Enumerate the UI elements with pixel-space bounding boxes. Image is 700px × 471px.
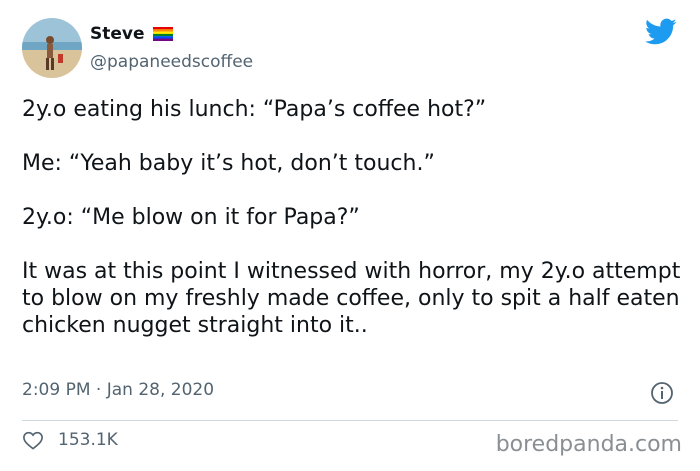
like-count: 153.1K (58, 430, 118, 450)
watermark: boredpanda.com (495, 432, 682, 457)
tweet-paragraph: 2y.o eating his lunch: “Papa’s coffee ho… (22, 97, 487, 122)
avatar[interactable] (22, 18, 82, 78)
author-handle[interactable]: @papaneedscoffee (90, 52, 253, 72)
author-row: Steve (90, 24, 173, 44)
avatar-photo (22, 18, 82, 78)
tweet-paragraph: It was at this point I witnessed with ho… (22, 259, 681, 338)
info-icon[interactable] (650, 381, 674, 405)
tweet-paragraph: Me: “Yeah baby it’s hot, don’t touch.” (22, 151, 435, 176)
rainbow-flag-icon (152, 27, 173, 41)
heart-icon[interactable] (22, 430, 44, 450)
display-name[interactable]: Steve (90, 24, 145, 44)
divider (22, 420, 678, 421)
tweet-timestamp[interactable]: 2:09 PM · Jan 28, 2020 (22, 380, 214, 400)
like-action[interactable]: 153.1K (22, 430, 118, 450)
twitter-bird-icon[interactable] (645, 18, 677, 46)
tweet-text: 2y.o eating his lunch: “Papa’s coffee ho… (22, 96, 682, 339)
tweet-paragraph: 2y.o: “Me blow on it for Papa?” (22, 205, 360, 230)
